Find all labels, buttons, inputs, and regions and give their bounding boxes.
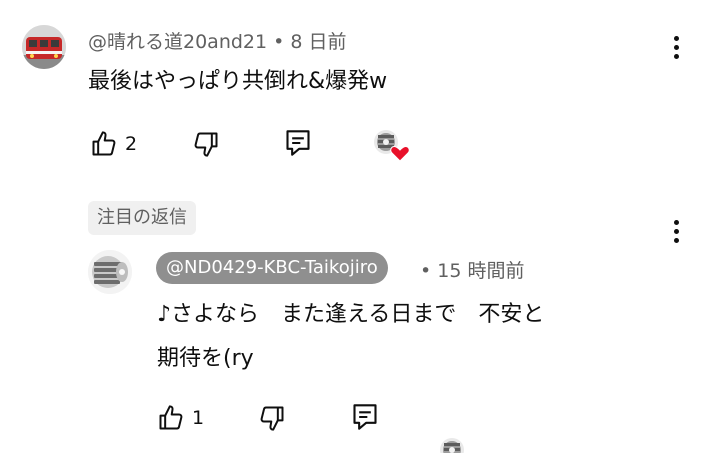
dislike-button[interactable] bbox=[190, 128, 222, 160]
thumbs-down-icon bbox=[194, 132, 218, 157]
comment-meta: @晴れる道20and21 • 8 日前 bbox=[88, 27, 347, 54]
thumbs-down-icon bbox=[260, 406, 284, 431]
like-button[interactable] bbox=[155, 402, 187, 434]
commenter-avatar[interactable] bbox=[22, 25, 66, 69]
reply-button[interactable] bbox=[282, 127, 314, 159]
meta-separator: • bbox=[420, 260, 432, 282]
creator-heart-icon bbox=[374, 130, 410, 162]
replier-avatar[interactable] bbox=[88, 250, 132, 294]
creator-heart-badge bbox=[370, 127, 410, 162]
dislike-button[interactable] bbox=[256, 402, 288, 434]
thumbs-up-icon bbox=[92, 131, 116, 156]
like-count: 2 bbox=[125, 133, 138, 155]
comment-text: 最後はやっぱり共倒れ&爆発w bbox=[88, 69, 388, 94]
highlighted-reply-badge: 注目の返信 bbox=[88, 201, 196, 235]
creator-handle-pill[interactable]: @ND0429-KBC-Taikojiro bbox=[156, 252, 388, 284]
creator-heart-icon bbox=[440, 438, 464, 453]
thumbs-up-icon bbox=[159, 405, 183, 430]
more-options-icon[interactable] bbox=[664, 216, 688, 246]
train-avatar-icon bbox=[22, 25, 66, 69]
comment-time[interactable]: 8 日前 bbox=[290, 31, 346, 53]
reply-text-line-1: ♪さよなら また逢える日まで 不安と bbox=[157, 302, 545, 327]
reply-meta: • 15 時間前 bbox=[420, 256, 524, 283]
reply-time[interactable]: 15 時間前 bbox=[437, 260, 524, 282]
like-count: 1 bbox=[192, 407, 205, 429]
more-options-icon[interactable] bbox=[664, 32, 688, 62]
meta-separator: • bbox=[273, 31, 285, 53]
comment-author[interactable]: @晴れる道20and21 bbox=[88, 31, 267, 53]
creator-heart-badge bbox=[436, 435, 476, 453]
reply-icon bbox=[353, 404, 377, 430]
reply-text-line-2: 期待を(ry bbox=[157, 346, 254, 371]
reply-icon bbox=[286, 130, 310, 156]
gear-avatar-icon bbox=[88, 250, 132, 294]
reply-button[interactable] bbox=[349, 401, 381, 433]
like-button[interactable] bbox=[88, 128, 120, 160]
